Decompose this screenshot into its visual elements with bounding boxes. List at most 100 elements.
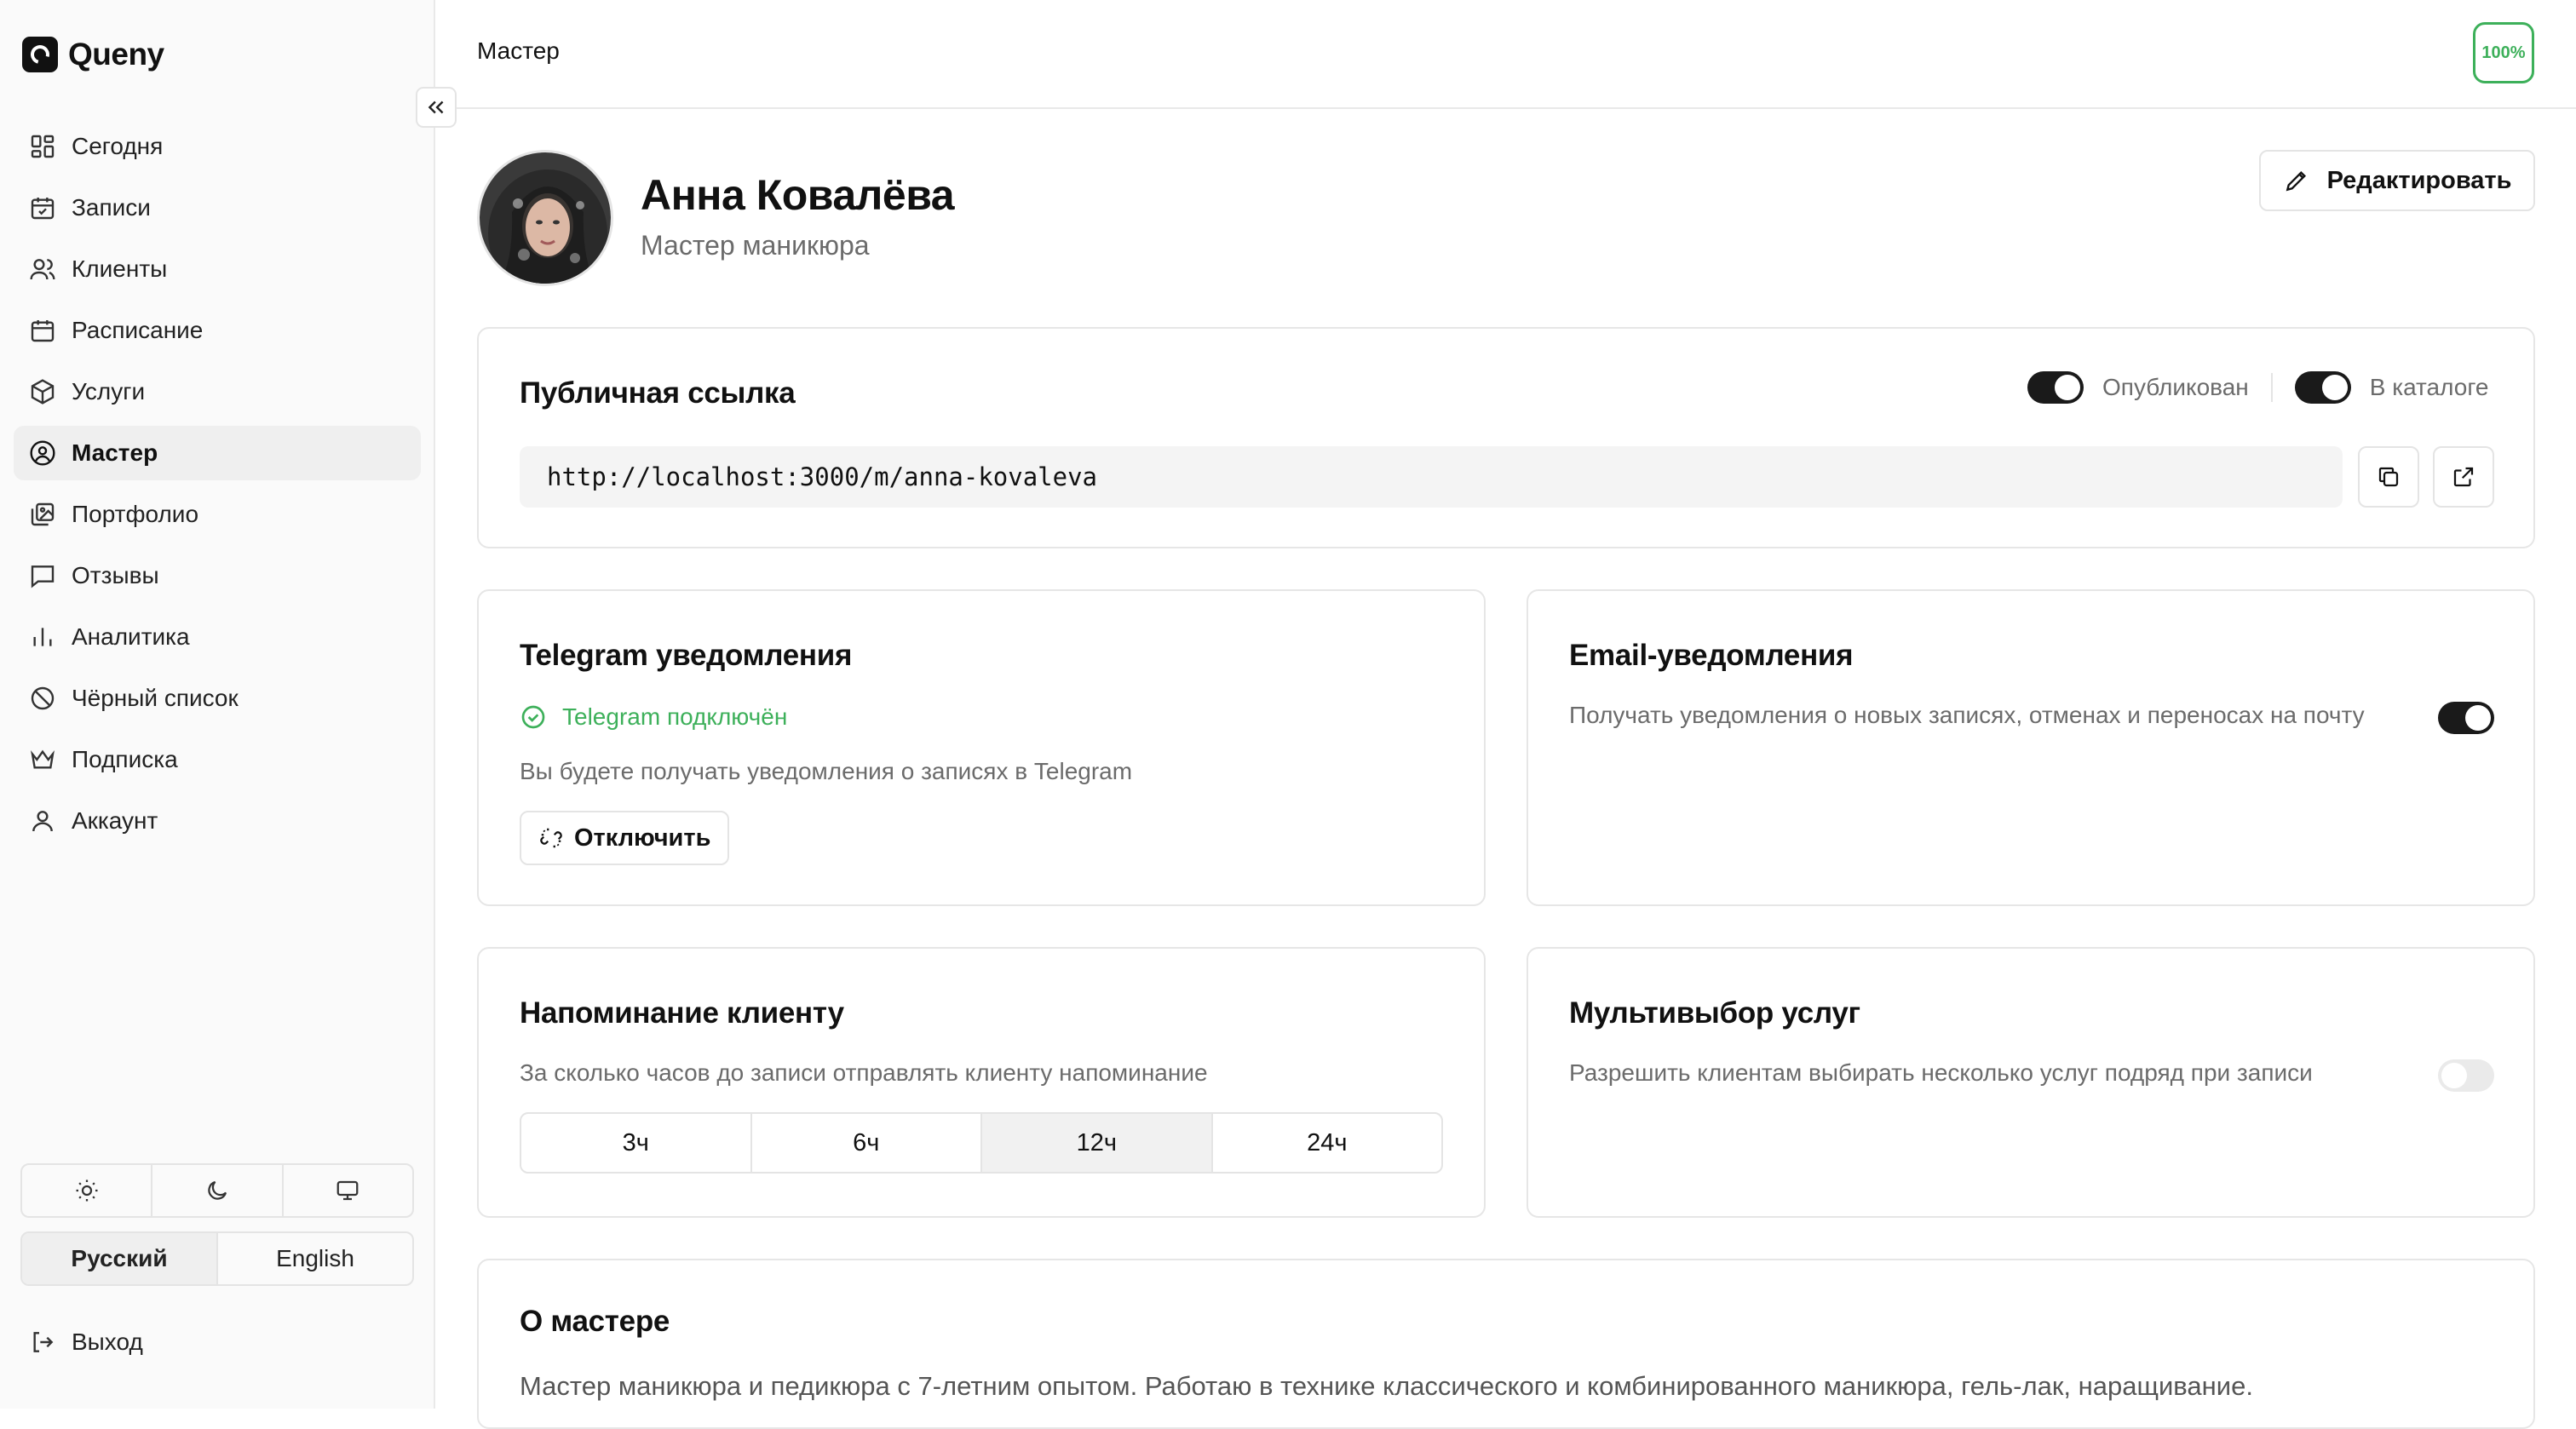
open-link-button[interactable]	[2433, 446, 2494, 508]
logout-button[interactable]: Выход	[29, 1329, 143, 1356]
multiselect-toggle[interactable]	[2438, 1059, 2494, 1092]
chevrons-left-icon	[428, 100, 444, 114]
logout-label: Выход	[72, 1329, 143, 1355]
copy-link-button[interactable]	[2358, 446, 2419, 508]
moon-icon	[208, 1180, 227, 1200]
reminder-option-3h[interactable]: 3ч	[521, 1114, 752, 1172]
user-icon	[32, 811, 53, 832]
reminder-title: Напоминание клиенту	[520, 996, 844, 1030]
telegram-status-label: Telegram подключён	[562, 703, 788, 730]
logout-icon	[33, 1332, 54, 1352]
reminder-option-24h[interactable]: 24ч	[1213, 1114, 1442, 1172]
crown-icon	[31, 749, 55, 769]
copy-icon	[2378, 467, 2399, 487]
pencil-icon	[2286, 170, 2306, 192]
public-url-field[interactable]: http://localhost:3000/m/anna-kovaleva	[520, 446, 2343, 508]
sidebar-item-today[interactable]: Сегодня	[14, 119, 421, 174]
sidebar-nav: Сегодня Записи Клиенты Расписание Услуги…	[14, 119, 421, 855]
telegram-disconnect-label: Отключить	[574, 824, 711, 852]
sidebar-item-label: Портфолио	[72, 501, 199, 527]
email-notifications-toggle[interactable]	[2438, 702, 2494, 734]
multiselect-card: Мультивыбор услуг Разрешить клиентам выб…	[1527, 947, 2535, 1218]
toggle-divider	[2270, 373, 2273, 402]
sidebar-item-label: Услуги	[72, 378, 146, 405]
sidebar-item-master[interactable]: Мастер	[14, 426, 421, 480]
top-bar: Мастер 100%	[437, 0, 2576, 109]
profile-completion-badge[interactable]: 100%	[2473, 22, 2534, 83]
about-card: О мастере Мастер маникюра и педикюра с 7…	[477, 1259, 2535, 1429]
sidebar-item-subscription[interactable]: Подписка	[14, 732, 421, 787]
sidebar-item-reviews[interactable]: Отзывы	[14, 548, 421, 603]
collapse-sidebar-button[interactable]	[416, 87, 457, 128]
check-circle-icon	[521, 705, 545, 729]
sidebar-item-analytics[interactable]: Аналитика	[14, 610, 421, 664]
dashboard-icon	[31, 135, 55, 158]
monitor-icon	[336, 1180, 359, 1201]
sidebar-item-services[interactable]: Услуги	[14, 364, 421, 419]
telegram-card: Telegram уведомления Telegram подключён …	[477, 589, 1486, 906]
email-title: Email-уведомления	[1569, 639, 1854, 672]
email-description: Получать уведомления о новых записях, от…	[1569, 702, 2365, 728]
catalog-toggle[interactable]	[2294, 371, 2351, 404]
external-link-icon	[2453, 467, 2474, 487]
theme-dark-button[interactable]	[152, 1165, 284, 1216]
user-circle-icon	[30, 440, 55, 466]
publication-toggles: Опубликован В каталоге	[2027, 371, 2489, 404]
profile-name: Анна Ковалёва	[641, 171, 955, 219]
catalog-label: В каталоге	[2369, 374, 2489, 400]
language-switcher: Русский English	[20, 1231, 414, 1286]
about-title: О мастере	[520, 1305, 670, 1338]
email-card: Email-уведомления Получать уведомления о…	[1527, 589, 2535, 906]
avatar-photo	[480, 152, 611, 284]
calendar-icon	[31, 320, 55, 342]
telegram-disconnect-button[interactable]: Отключить	[520, 811, 730, 865]
language-ru-button[interactable]: Русский	[22, 1233, 218, 1284]
package-icon	[31, 379, 55, 405]
sidebar-item-account[interactable]: Аккаунт	[14, 794, 421, 848]
edit-profile-label: Редактировать	[2326, 166, 2512, 194]
multiselect-description: Разрешить клиентам выбирать несколько ус…	[1569, 1059, 2313, 1086]
bar-chart-icon	[33, 628, 52, 646]
sidebar-item-blacklist[interactable]: Чёрный список	[14, 671, 421, 726]
sidebar-item-label: Чёрный список	[72, 685, 239, 711]
about-text: Мастер маникюра и педикюра с 7-летним оп…	[520, 1371, 2253, 1401]
theme-switcher	[20, 1163, 414, 1218]
app-name: Queny	[68, 37, 164, 72]
ban-icon	[31, 686, 55, 710]
sidebar-item-schedule[interactable]: Расписание	[14, 303, 421, 358]
sidebar-item-portfolio[interactable]: Портфолио	[14, 487, 421, 542]
sidebar-item-bookings[interactable]: Записи	[14, 181, 421, 235]
theme-system-button[interactable]	[284, 1165, 412, 1216]
sidebar-item-label: Отзывы	[72, 562, 159, 588]
reminder-description: За сколько часов до записи отправлять кл…	[520, 1059, 1208, 1086]
reminder-card: Напоминание клиенту За сколько часов до …	[477, 947, 1486, 1218]
published-label: Опубликован	[2102, 374, 2249, 400]
message-icon	[31, 565, 55, 588]
logo-icon	[22, 37, 58, 72]
language-en-button[interactable]: English	[218, 1233, 412, 1284]
page-title: Мастер	[477, 37, 560, 64]
logo[interactable]: Queny	[22, 36, 164, 73]
sun-icon	[76, 1179, 98, 1202]
sidebar-item-label: Аналитика	[72, 623, 190, 650]
sidebar-item-label: Мастер	[72, 439, 158, 466]
sidebar-item-label: Клиенты	[72, 255, 168, 282]
reminder-option-12h[interactable]: 12ч	[982, 1114, 1213, 1172]
sidebar-item-label: Записи	[72, 194, 151, 221]
profile-role: Мастер маникюра	[641, 230, 870, 261]
reminder-hours-selector: 3ч 6ч 12ч 24ч	[520, 1112, 1443, 1174]
public-link-title: Публичная ссылка	[520, 376, 796, 410]
images-icon	[31, 502, 55, 526]
calendar-check-icon	[31, 198, 55, 220]
sidebar-item-label: Подписка	[72, 746, 178, 772]
edit-profile-button[interactable]: Редактировать	[2259, 150, 2535, 211]
users-icon	[30, 259, 55, 280]
telegram-status: Telegram подключён	[520, 703, 787, 731]
telegram-title: Telegram уведомления	[520, 639, 853, 672]
sidebar-item-label: Расписание	[72, 317, 204, 343]
theme-light-button[interactable]	[22, 1165, 153, 1216]
public-link-card: Публичная ссылка Опубликован В каталоге …	[477, 327, 2535, 548]
published-toggle[interactable]	[2027, 371, 2084, 404]
reminder-option-6h[interactable]: 6ч	[752, 1114, 982, 1172]
sidebar-item-clients[interactable]: Клиенты	[14, 242, 421, 296]
